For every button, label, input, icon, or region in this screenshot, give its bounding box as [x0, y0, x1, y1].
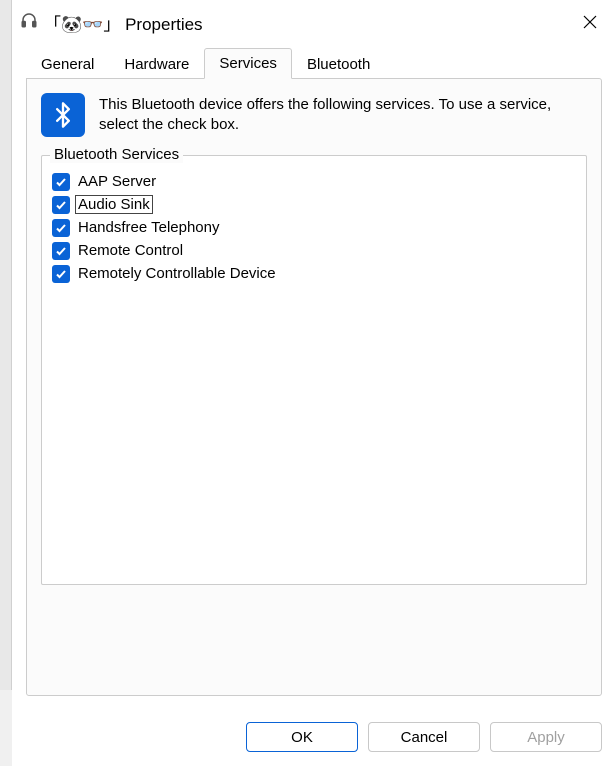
tab-general[interactable]: General: [26, 49, 109, 79]
service-list: AAP Server Audio Sink Handsfree Telephony R…: [52, 166, 576, 285]
service-item: Handsfree Telephony: [52, 216, 576, 239]
service-item: AAP Server: [52, 170, 576, 193]
tab-hardware[interactable]: Hardware: [109, 49, 204, 79]
service-checkbox[interactable]: [52, 196, 70, 214]
title-left: 「🐼👓」 Properties: [20, 10, 203, 35]
bluetooth-icon: [41, 93, 85, 137]
backdrop-edge: [0, 0, 12, 690]
apply-button: Apply: [490, 722, 602, 752]
service-checkbox[interactable]: [52, 173, 70, 191]
fieldset-legend: Bluetooth Services: [50, 146, 183, 163]
service-checkbox[interactable]: [52, 265, 70, 283]
titlebar: 「🐼👓」 Properties: [12, 0, 616, 44]
service-label[interactable]: Audio Sink: [76, 196, 152, 213]
button-row: OK Cancel Apply: [12, 710, 616, 766]
bluetooth-services-fieldset: Bluetooth Services AAP ServerAudio SinkH…: [41, 155, 587, 585]
service-label[interactable]: AAP Server: [76, 173, 158, 190]
ok-button[interactable]: OK: [246, 722, 358, 752]
service-label[interactable]: Remote Control: [76, 242, 185, 259]
tab-services[interactable]: Services: [204, 48, 292, 79]
tabstrip: General Hardware Services Bluetooth: [12, 44, 616, 78]
info-row: This Bluetooth device offers the followi…: [41, 93, 587, 137]
properties-dialog: 「🐼👓」 Properties General Hardware Service…: [12, 0, 616, 766]
service-checkbox[interactable]: [52, 242, 70, 260]
info-text: This Bluetooth device offers the followi…: [99, 93, 587, 136]
service-item: Remote Control: [52, 239, 576, 262]
headphones-icon: [20, 11, 38, 34]
service-item: Remotely Controllable Device: [52, 262, 576, 285]
cancel-button[interactable]: Cancel: [368, 722, 480, 752]
tab-bluetooth[interactable]: Bluetooth: [292, 49, 385, 79]
window-title: 「🐼👓」 Properties: [44, 10, 203, 35]
service-label[interactable]: Handsfree Telephony: [76, 219, 222, 236]
service-label[interactable]: Remotely Controllable Device: [76, 265, 278, 282]
service-item: Audio Sink: [52, 193, 576, 216]
tab-panel-services: This Bluetooth device offers the followi…: [26, 78, 602, 696]
service-checkbox[interactable]: [52, 219, 70, 237]
close-button[interactable]: [570, 7, 610, 37]
